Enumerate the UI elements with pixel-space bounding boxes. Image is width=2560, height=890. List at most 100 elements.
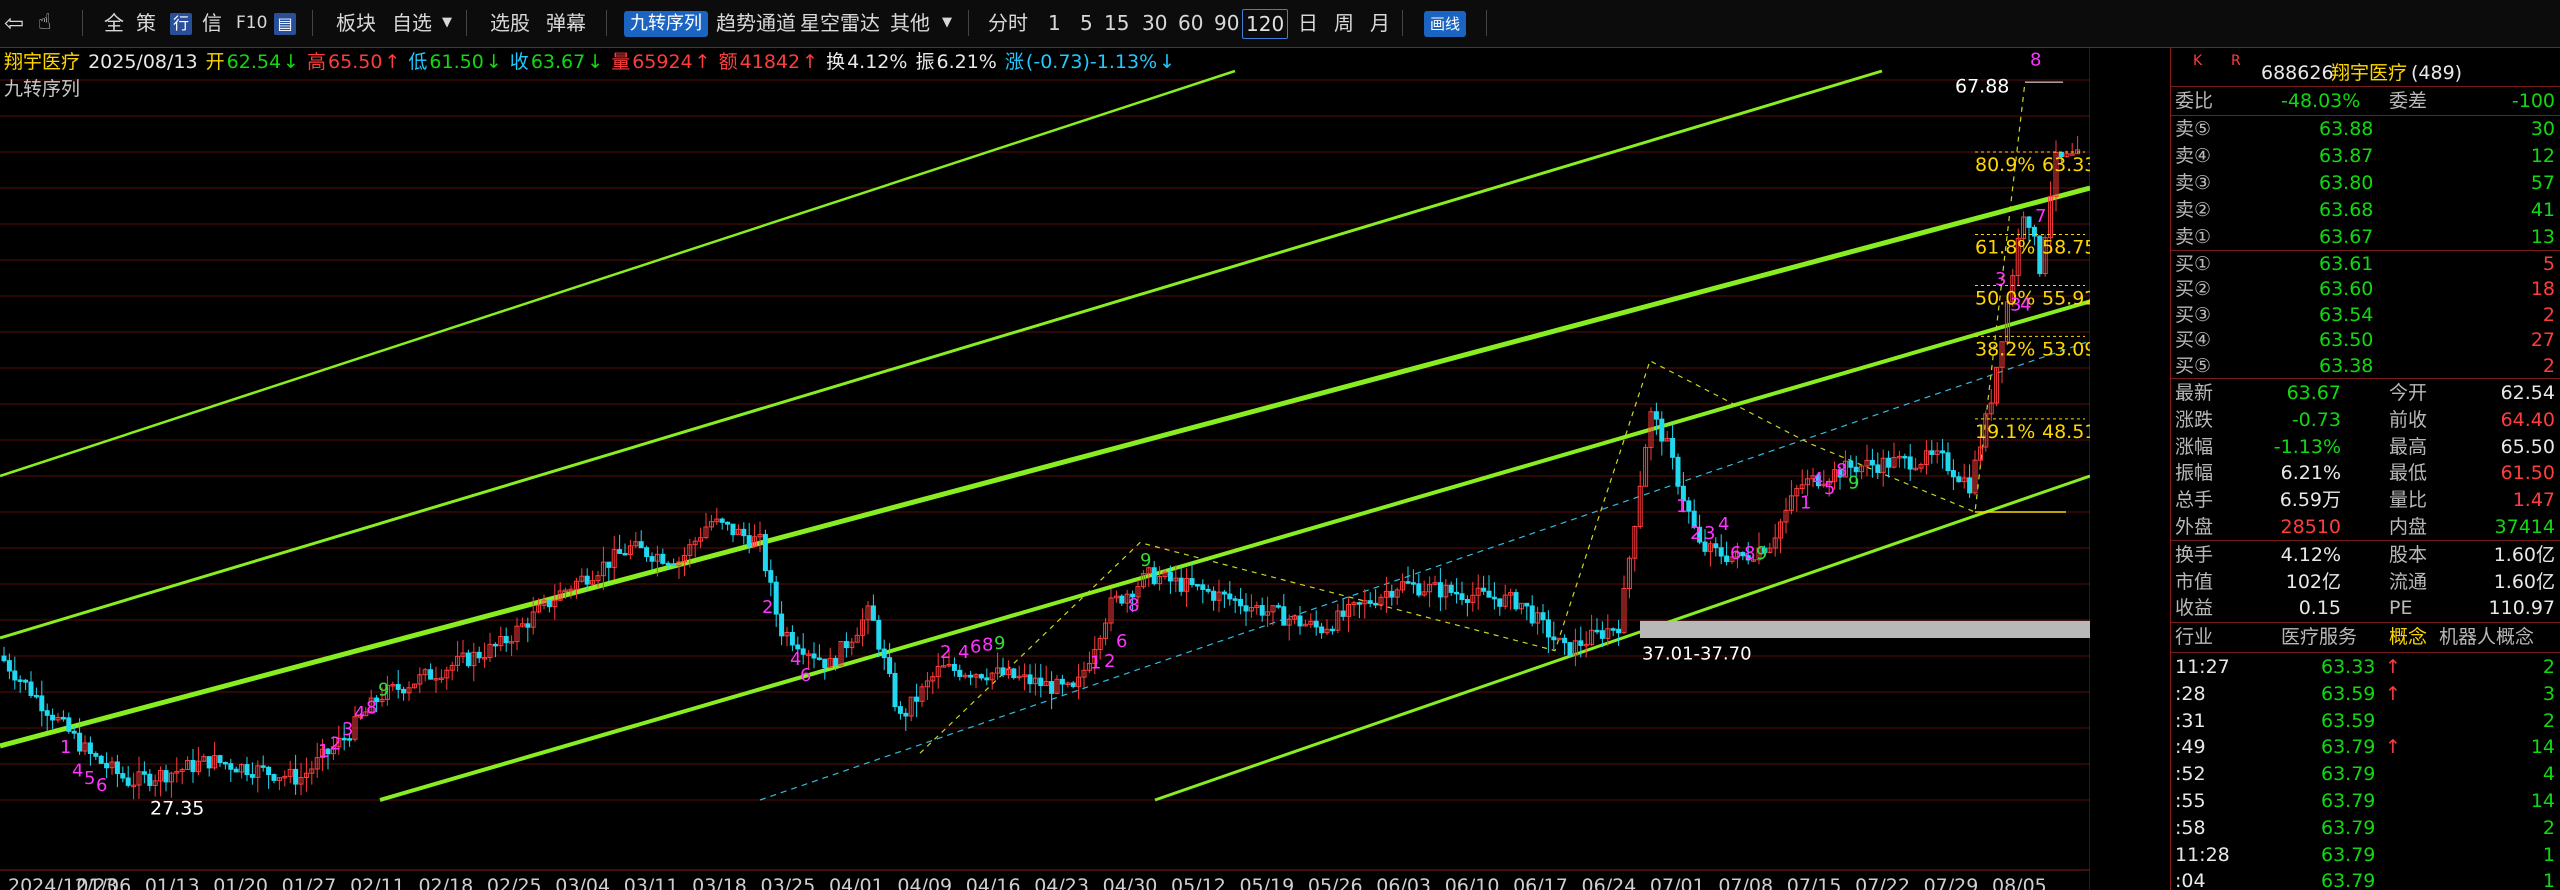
danmu-button[interactable]: 弹幕 [546,8,586,38]
candle-body [1967,477,1973,494]
x-tick-label: 04/23 [1034,875,1089,890]
high-price-label: 67.88 [1955,76,2009,98]
candle-body [617,549,623,554]
stock-rank: (489) [2411,62,2463,84]
candle-body [1194,584,1200,587]
chevron-down-icon[interactable]: ▼ [442,8,452,38]
stock-picker-button[interactable]: 选股 [490,8,530,38]
candle-body [1238,598,1244,607]
stat-row: 外盘 28510 内盘 37414 [2171,514,2560,541]
stat-label: 流通 [2389,570,2428,593]
period-15-button[interactable]: 15 [1104,8,1129,38]
back-arrow-icon[interactable]: ⇦ [4,8,24,38]
candle-body [584,575,590,585]
tick-time: 11:28 [2175,843,2230,866]
kline-chart[interactable]: 68.0066.0064.0062.0060.0058.0056.0054.00… [0,48,2090,890]
quote-button[interactable]: 行 [170,13,192,35]
candle-body [671,563,677,567]
stat-value: 37414 [2494,516,2555,538]
period-1-button[interactable]: 1 [1048,8,1061,38]
mid-channel-line [759,340,2090,801]
arrow-down-icon: ↓ [587,51,604,73]
weekly-button[interactable]: 周 [1334,8,1354,38]
star-radar-button[interactable]: 星空雷达 [800,8,880,38]
industry-label: 行业 [2175,626,2214,648]
other-menu-button[interactable]: 其他 [890,8,930,38]
candle-body [87,742,93,754]
td-count-label: 9 [1756,543,1767,564]
trend-channel-line[interactable] [0,69,1236,478]
draw-line-button[interactable]: 画线 [1424,11,1467,37]
tick-row: :04 63.79 1 [2171,868,2560,890]
candle-body [1275,605,1281,608]
sector-button[interactable]: 板块 [336,8,376,38]
industry-value[interactable]: 医疗服务 [2281,624,2357,651]
tick-volume: 14 [2530,736,2555,759]
x-tick-label: 04/30 [1103,875,1158,890]
order-volume: 13 [2530,226,2555,248]
turnover-value: 4.12% [847,51,908,73]
td-sequence-button[interactable]: 九转序列 [624,11,708,37]
full-screen-button[interactable]: 全 [104,8,124,38]
period-90-button[interactable]: 90 [1214,8,1239,38]
candle-body [249,774,255,778]
candle-body [190,759,196,773]
strategy-button[interactable]: 策 [136,8,156,38]
stat-label: 涨幅 [2175,435,2214,458]
candle-body [1486,590,1492,598]
candle-body [1221,591,1227,595]
td-count-label: 4 [354,703,365,724]
x-tick-label: 01/13 [145,875,200,890]
candle-body [125,777,131,786]
td-count-label: 9 [378,680,389,701]
pointer-icon[interactable]: ☝ [38,8,51,38]
low-price-label: 27.35 [150,797,204,819]
td-count-label: 1 [1090,653,1101,674]
trend-channel-button[interactable]: 趋势通道 [716,8,796,38]
chevron-down-icon[interactable]: ▼ [942,8,952,38]
period-120-button[interactable]: 120 [1242,9,1289,39]
f10-button[interactable]: F10 [236,8,267,38]
layers-icon[interactable]: ▤ [274,13,296,35]
tick-volume: 2 [2542,709,2555,732]
candle-body [1011,668,1017,679]
arrow-up-icon: ↑ [2385,656,2401,678]
weicha-value: -100 [2511,90,2555,112]
divider [2171,378,2560,379]
stat-label: 内盘 [2389,516,2428,538]
candle-body [1448,584,1454,593]
divider [2171,540,2560,541]
intraday-button[interactable]: 分时 [988,8,1028,38]
daily-button[interactable]: 日 [1298,8,1318,38]
panel-title: 688626 翔宇医疗 (489) [2171,60,2560,87]
watchlist-button[interactable]: 自选 [392,8,432,38]
candle-body [163,770,169,783]
candle-body [104,762,110,769]
tick-time: :55 [2175,790,2206,812]
buy-order-row: 买① 63.61 5 [2171,251,2560,278]
period-30-button[interactable]: 30 [1142,8,1167,38]
x-tick-label: 07/15 [1787,875,1842,890]
stat-value: 6.21% [2280,462,2341,485]
stat-label: PE [2389,597,2413,620]
kline-chart-svg[interactable]: 68.0066.0064.0062.0060.0058.0056.0054.00… [0,48,2090,890]
monthly-button[interactable]: 月 [1370,8,1390,38]
candle-body [1259,605,1265,616]
td-count-label: 4 [2020,294,2031,315]
period-5-button[interactable]: 5 [1080,8,1093,38]
divider [2171,652,2560,653]
candle-body [465,652,471,667]
trend-channel-line[interactable] [379,299,2090,802]
tick-time: :28 [2175,682,2206,705]
stat-row: 涨幅 -1.13% 最高 65.50 [2171,434,2560,461]
info-button[interactable]: 信 [202,8,222,38]
candle-body [266,766,272,776]
trend-channel-line[interactable] [0,69,1883,640]
concept-value[interactable]: 机器人概念 [2439,624,2534,651]
trend-channel-line[interactable] [0,185,2090,749]
period-60-button[interactable]: 60 [1178,8,1203,38]
stat-value: -0.73 [2291,408,2341,431]
fib-percent-label: 80.9% [1975,154,2035,176]
candle-body [638,541,644,549]
candle-body [120,773,126,779]
